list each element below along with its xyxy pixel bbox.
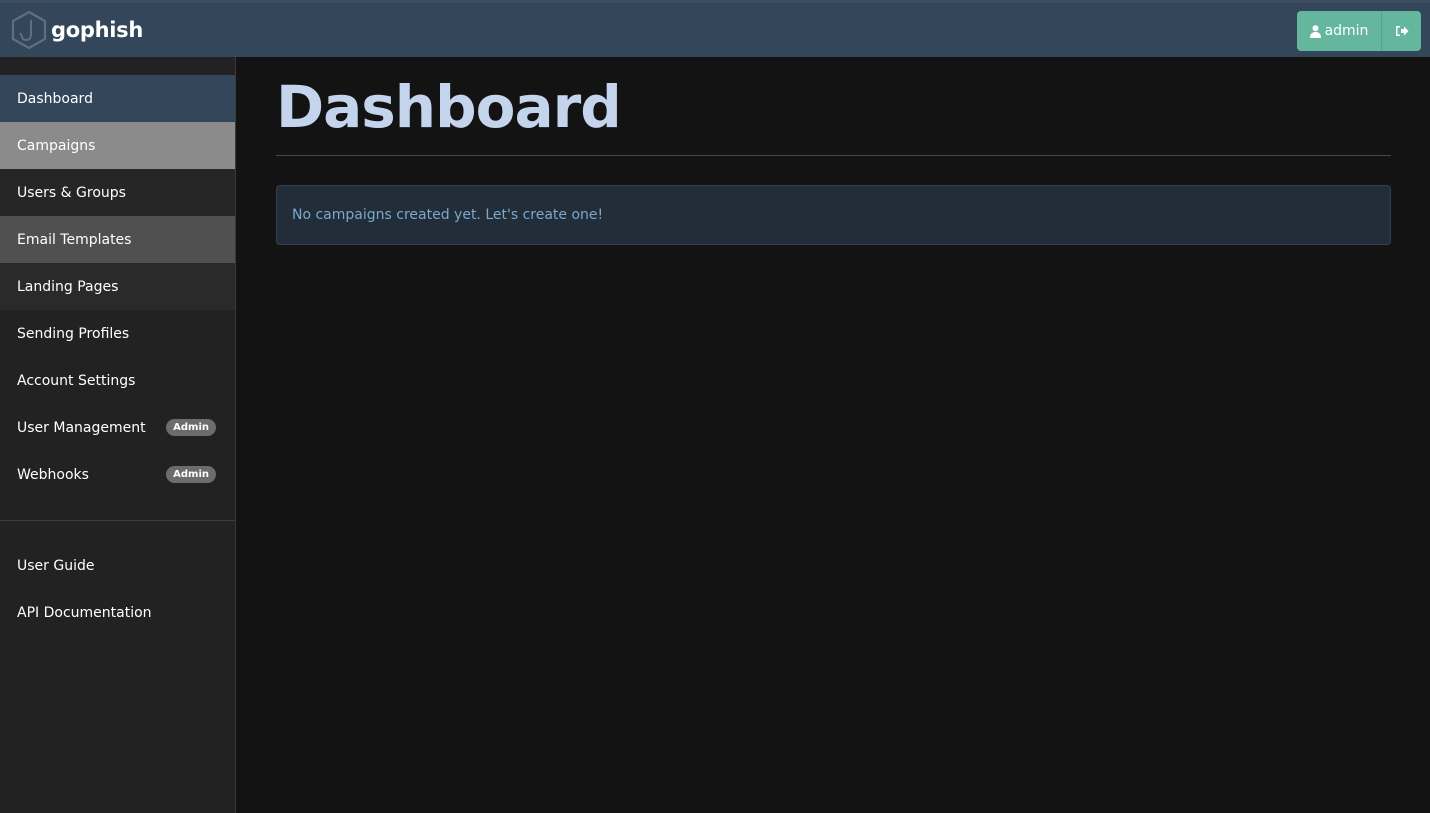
sidebar-item-account-settings[interactable]: Account Settings <box>0 357 235 404</box>
sidebar-item-label: Campaigns <box>17 137 96 154</box>
brand[interactable]: gophish <box>11 8 143 52</box>
logout-button[interactable] <box>1381 11 1421 51</box>
sidebar-item-label: API Documentation <box>17 604 152 621</box>
sidebar-item-label: User Guide <box>17 557 95 574</box>
sidebar-item-label: Account Settings <box>17 372 136 389</box>
sidebar-item-api-documentation[interactable]: API Documentation <box>0 589 235 636</box>
sidebar-item-users-groups[interactable]: Users & Groups <box>0 169 235 216</box>
user-button-group: admin <box>1297 11 1421 51</box>
page-title: Dashboard <box>276 73 622 141</box>
title-divider <box>276 155 1391 156</box>
sidebar-item-webhooks[interactable]: Webhooks Admin <box>0 451 235 498</box>
user-menu-label: admin <box>1324 23 1369 39</box>
sidebar-item-label: Users & Groups <box>17 184 126 201</box>
top-navbar: gophish admin <box>0 0 1430 57</box>
alert-text: No campaigns created yet. Let's create o… <box>292 207 604 223</box>
sidebar-item-label: Dashboard <box>17 90 93 107</box>
sidebar: Dashboard Campaigns Users & Groups Email… <box>0 57 236 813</box>
sign-out-icon <box>1395 26 1408 36</box>
sidebar-item-label: Sending Profiles <box>17 325 130 342</box>
brand-name: gophish <box>51 18 143 42</box>
user-icon <box>1309 24 1321 38</box>
sidebar-item-campaigns[interactable]: Campaigns <box>0 122 235 169</box>
sidebar-item-label: Email Templates <box>17 231 132 248</box>
sidebar-item-email-templates[interactable]: Email Templates <box>0 216 235 263</box>
empty-campaigns-alert: No campaigns created yet. Let's create o… <box>276 185 1391 245</box>
sidebar-item-landing-pages[interactable]: Landing Pages <box>0 263 235 310</box>
sidebar-item-label: Landing Pages <box>17 278 119 295</box>
sidebar-divider <box>0 520 235 521</box>
user-menu-button[interactable]: admin <box>1297 11 1381 51</box>
sidebar-item-dashboard[interactable]: Dashboard <box>0 75 235 122</box>
sidebar-item-user-management[interactable]: User Management Admin <box>0 404 235 451</box>
admin-badge: Admin <box>166 466 216 483</box>
sidebar-item-label: Webhooks <box>17 466 89 483</box>
sidebar-nav: Dashboard Campaigns Users & Groups Email… <box>0 75 235 498</box>
sidebar-help-nav: User Guide API Documentation <box>0 542 235 636</box>
hexagon-hook-icon <box>11 10 47 50</box>
sidebar-item-user-guide[interactable]: User Guide <box>0 542 235 589</box>
sidebar-item-label: User Management <box>17 419 146 436</box>
sidebar-item-sending-profiles[interactable]: Sending Profiles <box>0 310 235 357</box>
admin-badge: Admin <box>166 419 216 436</box>
